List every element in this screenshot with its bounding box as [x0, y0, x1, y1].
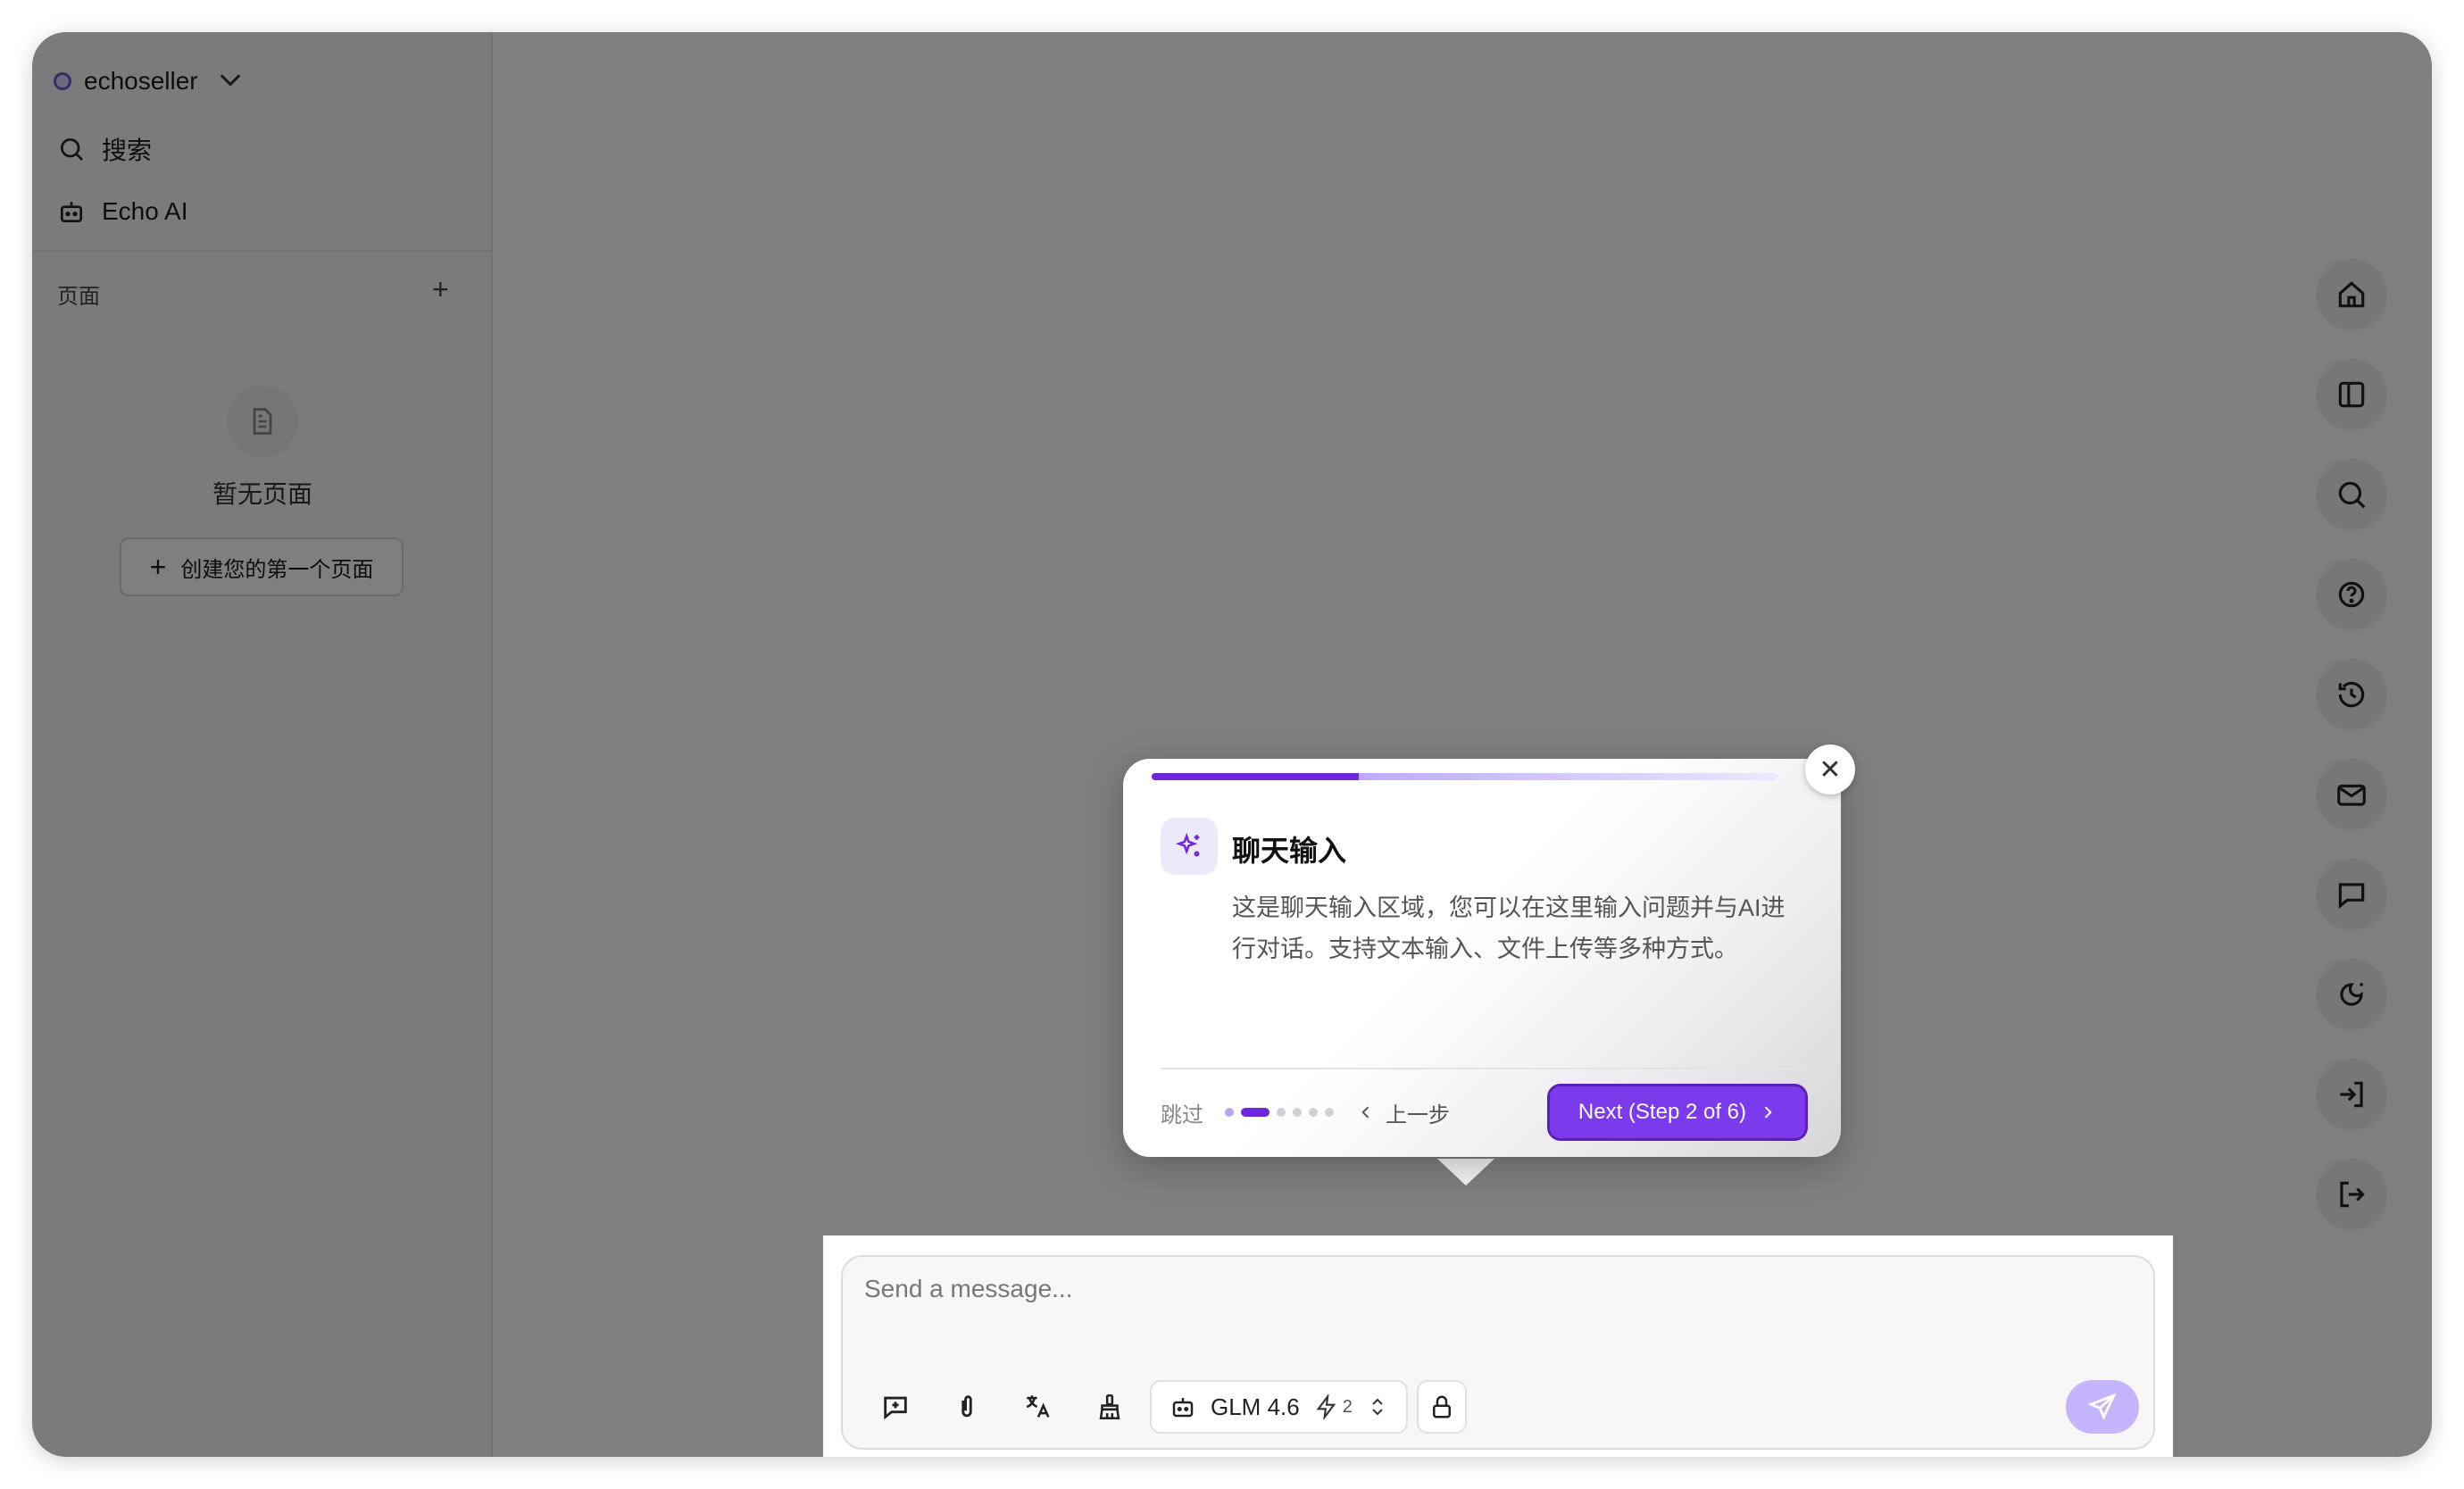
add-message-icon [884, 1396, 907, 1420]
chat-composer: GLM 4.6 2 [841, 1255, 2155, 1450]
broom-icon [1099, 1393, 1120, 1420]
sparkles-icon [1161, 818, 1218, 875]
model-credits: 2 [1314, 1394, 1353, 1419]
clear-button[interactable] [1078, 1380, 1141, 1434]
tour-footer: 跳过 上一步 Next (Step 2 of 6) [1161, 1086, 1805, 1139]
tour-pointer [1437, 1159, 1494, 1185]
tour-description: 这是聊天输入区域，您可以在这里输入问题并与AI进行对话。支持文本输入、文件上传等… [1232, 894, 1786, 962]
tour-title: 聊天输入 [1232, 835, 1347, 867]
bot-icon [1172, 1398, 1194, 1418]
private-mode-button[interactable] [1416, 1380, 1467, 1434]
chevron-left-icon [1361, 1106, 1369, 1119]
model-name: GLM 4.6 [1211, 1393, 1300, 1420]
step-dot [1309, 1108, 1318, 1117]
chat-input-area: GLM 4.6 2 [823, 1235, 2173, 1457]
previous-step-label: 上一步 [1386, 1102, 1450, 1127]
chevron-right-icon [1764, 1106, 1772, 1119]
tour-divider [1161, 1068, 1803, 1069]
chevron-updown-icon [1372, 1398, 1383, 1416]
step-dot [1225, 1108, 1234, 1117]
tour-progress-bar [1152, 773, 1778, 780]
tour-popover: ✕ 聊天输入 这是聊天输入区域，您可以在这里输入问题并与AI进行对话。支持文本输… [1123, 744, 1855, 1157]
model-count: 2 [1342, 1396, 1353, 1417]
step-dot [1325, 1108, 1334, 1117]
tour-progress-fill [1152, 773, 1359, 780]
previous-step-button[interactable]: 上一步 [1357, 1097, 1450, 1128]
message-input[interactable] [864, 1275, 2114, 1303]
send-button[interactable] [2066, 1380, 2139, 1434]
step-dot [1293, 1108, 1302, 1117]
lightning-icon [1316, 1394, 1336, 1419]
close-icon: ✕ [1819, 754, 1842, 785]
translate-button[interactable] [1007, 1380, 1070, 1434]
new-chat-button[interactable] [864, 1380, 927, 1434]
model-selector[interactable]: GLM 4.6 2 [1150, 1380, 1408, 1434]
next-step-button[interactable]: Next (Step 2 of 6) [1549, 1086, 1805, 1138]
send-icon [2087, 1393, 2117, 1420]
composer-toolbar: GLM 4.6 2 [864, 1380, 1467, 1434]
next-step-label: Next (Step 2 of 6) [1577, 1100, 1746, 1124]
step-dot [1277, 1108, 1286, 1117]
paperclip-icon [961, 1395, 972, 1418]
step-indicator [1225, 1108, 1334, 1117]
attach-button[interactable] [936, 1380, 998, 1434]
skip-tour-button[interactable]: 跳过 [1161, 1097, 1203, 1128]
lock-icon [1432, 1395, 1451, 1418]
close-tour-button[interactable]: ✕ [1805, 744, 1855, 794]
step-dot-active [1241, 1108, 1269, 1117]
translate-icon [1026, 1395, 1050, 1418]
app-window: echoseller 搜索 Echo AI 页面 + 暂无页面 + 创建您的第一… [32, 32, 2432, 1457]
